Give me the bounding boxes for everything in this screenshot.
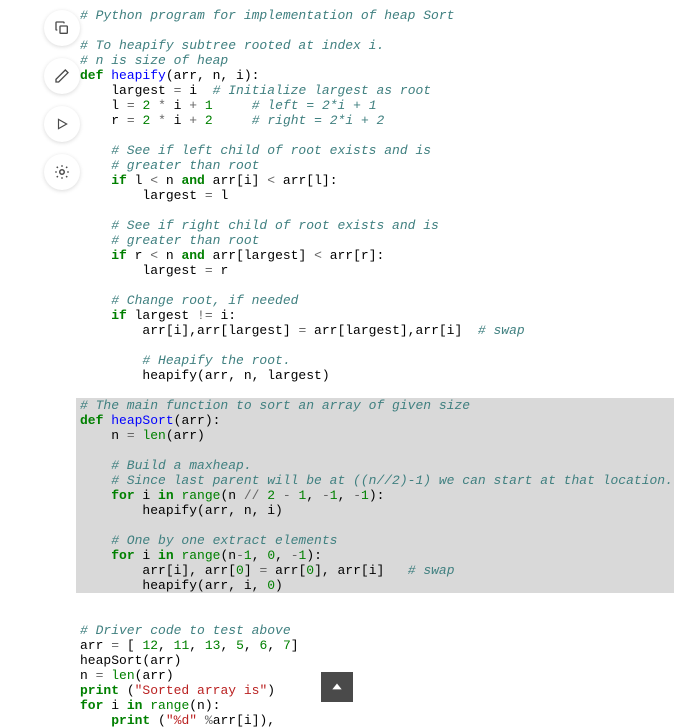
code-line: # greater than root xyxy=(80,233,259,248)
code-line: # Change root, if needed xyxy=(80,293,298,308)
code-line: for i in range(n): xyxy=(80,698,220,713)
code-line: def heapify(arr, n, i): xyxy=(80,68,259,83)
code-line: heapify(arr, n, i) xyxy=(80,503,283,518)
code-line: heapSort(arr) xyxy=(80,653,181,668)
run-icon xyxy=(55,117,69,131)
code-line: r = 2 * i + 2 # right = 2*i + 2 xyxy=(80,113,384,128)
highlighted: # The main function to sort an array of … xyxy=(76,398,674,593)
edit-icon xyxy=(54,68,70,84)
code-line: print ("Sorted array is") xyxy=(80,683,275,698)
code-line: if largest != i: xyxy=(80,308,236,323)
code-line: # One by one extract elements xyxy=(80,533,337,548)
code-line: n = len(arr) xyxy=(80,668,174,683)
code-line: # Build a maxheap. xyxy=(80,458,252,473)
code-line: largest = l xyxy=(80,188,228,203)
arrow-up-icon xyxy=(330,680,344,694)
code-line: arr[i], arr[0] = arr[0], arr[i] # swap xyxy=(80,563,455,578)
code-line: # greater than root xyxy=(80,158,259,173)
code-line: if l < n and arr[i] < arr[l]: xyxy=(80,173,338,188)
code-line: # Driver code to test above xyxy=(80,623,291,638)
copy-button[interactable] xyxy=(44,10,80,46)
code-line: # Python program for implementation of h… xyxy=(80,8,454,23)
code-line: # See if left child of root exists and i… xyxy=(80,143,431,158)
code-line: l = 2 * i + 1 # left = 2*i + 1 xyxy=(80,98,377,113)
code-line: def heapSort(arr): xyxy=(80,413,220,428)
code-line: # See if right child of root exists and … xyxy=(80,218,439,233)
code-toolbar xyxy=(44,10,80,190)
theme-icon xyxy=(53,163,71,181)
code-line: # Heapify the root. xyxy=(80,353,291,368)
theme-button[interactable] xyxy=(44,154,80,190)
code-line: n = len(arr) xyxy=(80,428,205,443)
code-line: # n is size of heap xyxy=(80,53,228,68)
code-line: heapify(arr, i, 0) xyxy=(80,578,283,593)
code-line: heapify(arr, n, largest) xyxy=(80,368,330,383)
code-line: if r < n and arr[largest] < arr[r]: xyxy=(80,248,384,263)
copy-icon xyxy=(54,20,70,36)
code-line: largest = i # Initialize largest as root xyxy=(80,83,431,98)
code-line: # To heapify subtree rooted at index i. xyxy=(80,38,384,53)
code-line: # Since last parent will be at ((n//2)-1… xyxy=(80,473,673,488)
code-line: arr = [ 12, 11, 13, 5, 6, 7] xyxy=(80,638,299,653)
run-button[interactable] xyxy=(44,106,80,142)
code-block[interactable]: # Python program for implementation of h… xyxy=(80,8,670,728)
edit-button[interactable] xyxy=(44,58,80,94)
code-line: for i in range(n // 2 - 1, -1, -1): xyxy=(80,488,384,503)
scroll-top-button[interactable] xyxy=(321,672,353,702)
code-line: for i in range(n-1, 0, -1): xyxy=(80,548,322,563)
code-line: # The main function to sort an array of … xyxy=(80,398,470,413)
code-line: arr[i],arr[largest] = arr[largest],arr[i… xyxy=(80,323,525,338)
code-line: largest = r xyxy=(80,263,228,278)
